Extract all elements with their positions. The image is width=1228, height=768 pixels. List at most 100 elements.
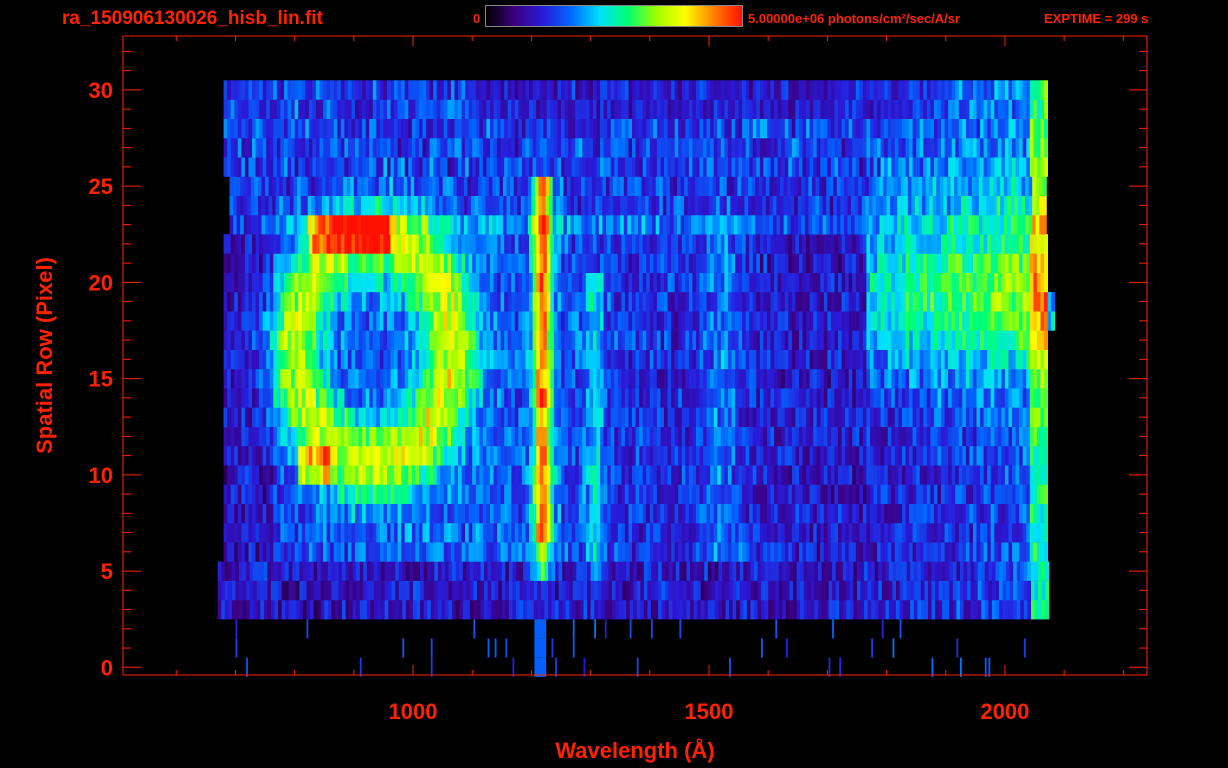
heatmap-cell [500,272,505,293]
heatmap-cell [532,292,537,312]
heatmap-cell [970,580,975,601]
heatmap-cell [855,522,860,543]
heatmap-cell [252,311,256,331]
heatmap-cell [977,561,982,581]
heatmap-cell [935,599,940,620]
heatmap-cell [813,446,818,466]
heatmap-cell [300,195,305,216]
heatmap-cell [266,522,271,543]
heatmap-cell [926,253,931,273]
heatmap-cell [330,349,335,370]
heatmap-cell [603,234,608,254]
heatmap-cell [867,580,872,601]
heatmap-cell [394,426,399,447]
heatmap-cell [834,311,839,331]
heatmap-cell [344,407,349,427]
heatmap-cell [472,388,477,408]
heatmap-cell [735,349,739,370]
heatmap-cell [1004,465,1009,485]
heatmap-cell [672,599,677,620]
heatmap-cell [383,426,388,447]
heatmap-cell [564,522,569,543]
heatmap-cell [873,272,878,293]
heatmap-cell [241,522,246,543]
heatmap-cell [514,369,519,389]
heatmap-cell [1029,330,1034,350]
heatmap-cell [230,292,235,312]
heatmap-cell [276,272,281,293]
heatmap-cell [987,292,992,312]
heatmap-cell [607,542,612,562]
heatmap-cell [724,426,729,447]
heatmap-cell [743,580,748,601]
heatmap-cell [642,349,647,370]
heatmap-cell [259,426,264,447]
heatmap-cell [894,542,899,562]
heatmap-cell [782,561,787,581]
heatmap-cell [582,253,587,273]
heatmap-cell [311,195,316,216]
heatmap-cell [801,215,806,235]
heatmap-cell [473,580,478,601]
heatmap-cell [420,580,425,601]
heatmap-cell [475,446,480,466]
heatmap-cell [671,349,676,370]
heatmap-cell [830,407,835,427]
heatmap-cell [543,292,548,312]
heatmap-cell [806,465,811,485]
heatmap-cell [668,599,673,620]
heatmap-cell [358,542,363,562]
heatmap-cell [781,542,786,562]
heatmap-cell [617,234,622,254]
heatmap-cell [919,369,924,389]
heatmap-cell [701,215,706,235]
heatmap-cell [349,561,354,581]
heatmap-cell [635,407,640,427]
heatmap-cell [768,561,773,581]
heatmap-cell [479,311,484,331]
heatmap-cell [880,311,885,331]
heatmap-cell [636,657,639,677]
heatmap-cell [555,657,557,677]
heatmap-cell [408,369,413,389]
heatmap-cell [1001,407,1006,427]
heatmap-cell [724,388,729,408]
heatmap-cell [461,369,466,389]
heatmap-cell [319,369,324,389]
heatmap-cell [461,465,466,485]
heatmap-cell [589,272,594,293]
heatmap-cell [664,465,668,485]
heatmap-cell [809,407,814,427]
heatmap-cell [978,215,983,235]
heatmap-cell [582,234,587,254]
heatmap-cell [816,426,821,447]
heatmap-cell [813,349,818,370]
heatmap-cell [585,484,590,504]
heatmap-cell [660,484,665,504]
heatmap-cell [419,292,423,312]
heatmap-cell [983,446,988,466]
heatmap-cell [248,426,253,447]
heatmap-cell [603,484,608,504]
heatmap-cell [816,234,821,254]
heatmap-cell [849,561,854,581]
heatmap-cell [319,426,324,447]
heatmap-cell [887,446,892,466]
heatmap-cell [880,234,885,254]
heatmap-cell [443,542,448,562]
heatmap-cell [479,272,484,293]
heatmap-cell [514,542,519,562]
heatmap-cell [958,522,963,543]
heatmap-cell [521,272,526,293]
heatmap-cell [337,522,342,543]
heatmap-cell [1038,561,1043,581]
heatmap-cell [274,580,279,601]
heatmap-cell [450,388,455,408]
heatmap-cell [394,465,399,485]
heatmap-cell [553,369,558,389]
heatmap-cell [362,484,367,504]
heatmap-cell [308,349,313,370]
heatmap-cell [316,349,320,370]
heatmap-cell [580,561,584,581]
heatmap-cell [621,484,626,504]
